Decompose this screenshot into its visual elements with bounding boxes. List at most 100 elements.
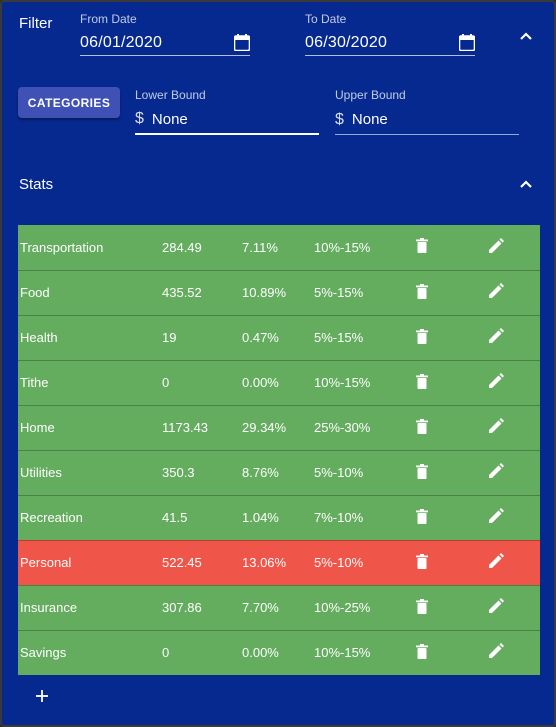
pencil-icon[interactable] [488,237,504,254]
category-name: Food [18,269,162,315]
from-date-value: 06/01/2020 [80,33,163,51]
category-range: 5%-15% [314,314,416,360]
category-name: Personal [18,539,162,585]
category-amount: 41.5 [162,494,242,540]
category-name: Health [18,314,162,360]
filter-title: Filter [19,15,53,32]
pencil-icon[interactable] [488,508,504,524]
edit-cell [488,539,540,585]
pencil-icon[interactable] [488,643,504,659]
plus-icon[interactable] [33,687,51,705]
trash-icon[interactable] [416,508,428,524]
category-amount: 284.49 [162,239,202,255]
from-date-field[interactable]: 06/01/2020 [80,30,250,56]
stats-row: Personal 522.45 13.06% 5%-10% [18,539,540,585]
lower-bound-label: Lower Bound [135,88,206,102]
upper-bound-value: None [351,111,388,128]
category-percent: 7.70% [242,584,314,630]
stats-collapse-chevron-up-icon[interactable] [519,179,533,189]
category-range: 5%-15% [314,269,416,315]
category-range: 25%-30% [314,404,416,450]
category-percent: 7.11% [242,239,278,255]
edit-cell [488,269,540,315]
calendar-icon[interactable] [234,34,250,51]
category-name: Home [18,404,162,450]
stats-row: Home 1173.43 29.34% 25%-30% [18,404,540,450]
edit-cell [488,449,540,495]
stats-row: Health 19 0.47% 5%-15% [18,314,540,360]
category-name: Tithe [18,359,162,405]
category-amount: 350.3 [162,449,242,495]
category-range: 7%-10% [314,494,416,540]
stats-row: Recreation 41.5 1.04% 7%-10% [18,494,540,540]
category-percent: 8.76% [242,449,314,495]
category-range: 10%-15% [314,239,371,255]
category-name: Utilities [18,449,162,495]
category-amount: 522.45 [162,539,242,585]
edit-cell [488,404,540,450]
to-date-label: To Date [305,12,347,26]
delete-cell [416,359,488,405]
pencil-icon[interactable] [488,328,504,344]
category-percent: 13.06% [242,539,314,585]
pencil-icon[interactable] [488,463,504,479]
to-date-field[interactable]: 06/30/2020 [305,30,475,56]
from-date-label: From Date [80,12,137,26]
categories-button[interactable]: CATEGORIES [18,87,120,118]
trash-icon[interactable] [416,553,428,569]
pencil-icon[interactable] [488,598,504,614]
category-amount: 19 [162,314,242,360]
edit-cell [488,629,540,675]
edit-cell [488,359,540,405]
pencil-icon[interactable] [488,283,504,299]
category-range: 10%-15% [314,359,416,405]
category-range: 10%-15% [314,629,416,675]
trash-icon[interactable] [416,373,428,389]
delete-cell [416,494,488,540]
category-percent: 1.04% [242,494,314,540]
category-percent: 0.00% [242,359,314,405]
category-range: 5%-10% [314,539,416,585]
delete-cell [416,539,488,585]
category-percent: 10.89% [242,269,314,315]
filter-collapse-chevron-up-icon[interactable] [519,31,533,41]
stats-row: Utilities 350.3 8.76% 5%-10% [18,449,540,495]
pencil-icon[interactable] [488,373,504,389]
stats-title: Stats [19,176,54,193]
calendar-icon[interactable] [459,34,475,51]
lower-bound-prefix: $ [135,110,144,127]
trash-icon[interactable] [416,418,428,434]
stats-row: Transportation 284.49 7.11% 10%-15% [18,225,540,270]
category-name: Insurance [18,584,162,630]
stats-row: Tithe 0 0.00% 10%-15% [18,359,540,405]
category-name: Transportation [20,239,104,255]
trash-icon[interactable] [416,238,428,254]
category-amount: 1173.43 [162,404,242,450]
upper-bound-prefix: $ [335,110,344,128]
delete-cell [416,449,488,495]
category-percent: 0.00% [242,629,314,675]
trash-icon[interactable] [416,283,428,299]
edit-cell [488,225,540,270]
to-date-value: 06/30/2020 [305,33,388,51]
category-percent: 0.47% [242,314,314,360]
pencil-icon[interactable] [488,553,504,569]
edit-cell [488,314,540,360]
category-name: Recreation [18,494,162,540]
category-amount: 0 [162,359,242,405]
edit-cell [488,494,540,540]
trash-icon[interactable] [416,463,428,479]
trash-icon[interactable] [416,598,428,614]
delete-cell [416,629,488,675]
delete-cell [416,404,488,450]
pencil-icon[interactable] [488,418,504,434]
category-range: 10%-25% [314,584,416,630]
category-percent: 29.34% [242,404,314,450]
trash-icon[interactable] [416,328,428,344]
upper-bound-input[interactable]: $ None [335,105,519,135]
category-range: 5%-10% [314,449,416,495]
lower-bound-input[interactable]: $ None [135,105,319,135]
edit-cell [488,584,540,630]
trash-icon[interactable] [416,643,428,659]
delete-cell [416,314,488,360]
